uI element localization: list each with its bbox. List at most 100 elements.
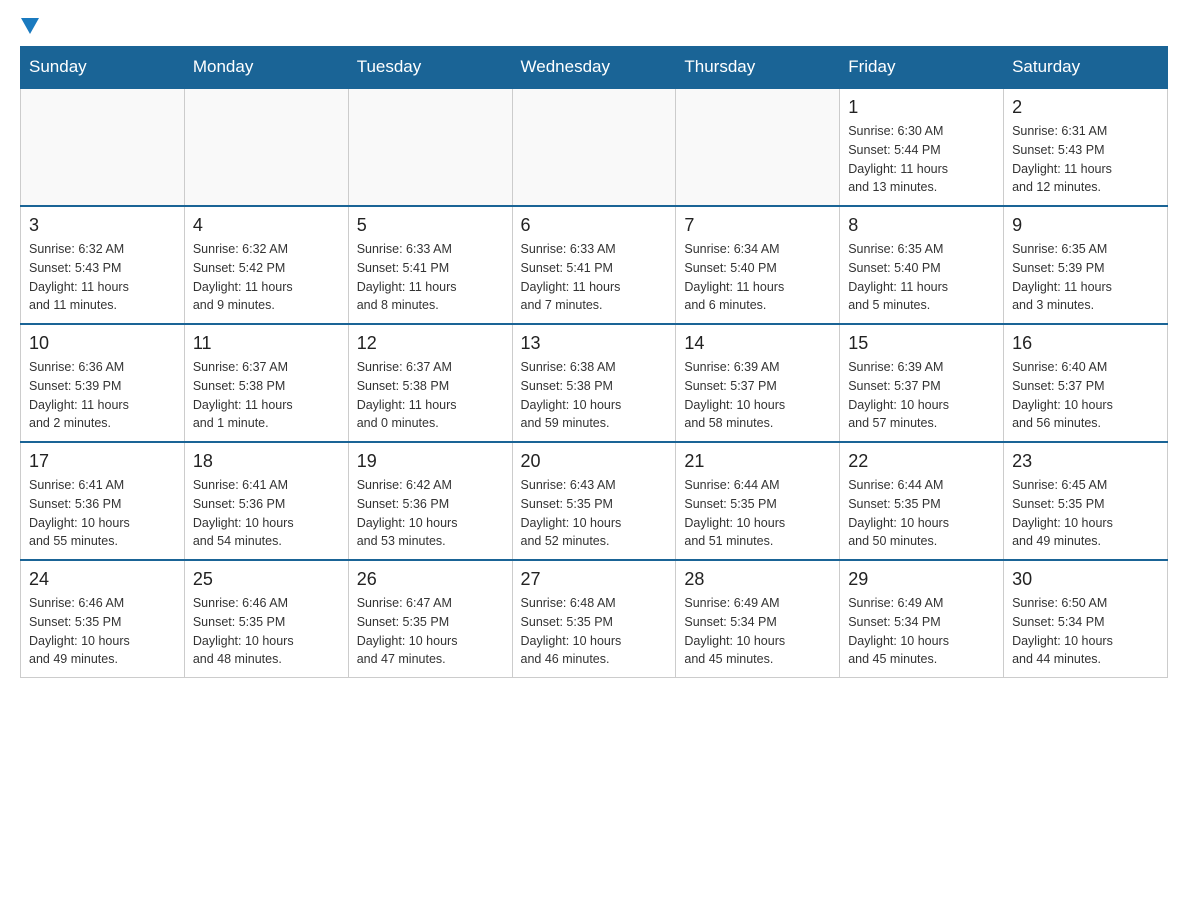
calendar-cell: 15 Sunrise: 6:39 AM Sunset: 5:37 PM Dayli… [840,324,1004,442]
day-info: Sunrise: 6:30 AM Sunset: 5:44 PM Dayligh… [848,122,995,197]
day-number: 26 [357,569,504,590]
calendar-cell: 3 Sunrise: 6:32 AM Sunset: 5:43 PM Daylig… [21,206,185,324]
calendar-header-sunday: Sunday [21,47,185,89]
calendar-cell [676,88,840,206]
day-info: Sunrise: 6:42 AM Sunset: 5:36 PM Dayligh… [357,476,504,551]
calendar-cell: 24 Sunrise: 6:46 AM Sunset: 5:35 PM Dayli… [21,560,185,678]
calendar-cell: 27 Sunrise: 6:48 AM Sunset: 5:35 PM Dayli… [512,560,676,678]
calendar-cell: 14 Sunrise: 6:39 AM Sunset: 5:37 PM Dayli… [676,324,840,442]
day-number: 16 [1012,333,1159,354]
day-number: 24 [29,569,176,590]
calendar-cell: 11 Sunrise: 6:37 AM Sunset: 5:38 PM Dayli… [184,324,348,442]
day-number: 4 [193,215,340,236]
day-number: 22 [848,451,995,472]
logo-triangle-icon [21,18,39,34]
day-number: 1 [848,97,995,118]
calendar-cell: 22 Sunrise: 6:44 AM Sunset: 5:35 PM Dayli… [840,442,1004,560]
calendar-cell [184,88,348,206]
calendar-header-tuesday: Tuesday [348,47,512,89]
calendar-week-3: 10 Sunrise: 6:36 AM Sunset: 5:39 PM Dayli… [21,324,1168,442]
day-number: 11 [193,333,340,354]
day-number: 8 [848,215,995,236]
day-number: 10 [29,333,176,354]
calendar-cell: 26 Sunrise: 6:47 AM Sunset: 5:35 PM Dayli… [348,560,512,678]
calendar-cell: 19 Sunrise: 6:42 AM Sunset: 5:36 PM Dayli… [348,442,512,560]
calendar-week-1: 1 Sunrise: 6:30 AM Sunset: 5:44 PM Daylig… [21,88,1168,206]
calendar-cell [512,88,676,206]
calendar-header-thursday: Thursday [676,47,840,89]
day-number: 28 [684,569,831,590]
day-info: Sunrise: 6:45 AM Sunset: 5:35 PM Dayligh… [1012,476,1159,551]
calendar-cell: 21 Sunrise: 6:44 AM Sunset: 5:35 PM Dayli… [676,442,840,560]
day-number: 3 [29,215,176,236]
day-number: 2 [1012,97,1159,118]
day-info: Sunrise: 6:48 AM Sunset: 5:35 PM Dayligh… [521,594,668,669]
day-info: Sunrise: 6:33 AM Sunset: 5:41 PM Dayligh… [521,240,668,315]
day-number: 30 [1012,569,1159,590]
day-info: Sunrise: 6:40 AM Sunset: 5:37 PM Dayligh… [1012,358,1159,433]
day-number: 9 [1012,215,1159,236]
calendar-cell: 16 Sunrise: 6:40 AM Sunset: 5:37 PM Dayli… [1004,324,1168,442]
day-info: Sunrise: 6:32 AM Sunset: 5:42 PM Dayligh… [193,240,340,315]
day-info: Sunrise: 6:33 AM Sunset: 5:41 PM Dayligh… [357,240,504,315]
day-number: 15 [848,333,995,354]
calendar-table: SundayMondayTuesdayWednesdayThursdayFrid… [20,46,1168,678]
day-info: Sunrise: 6:46 AM Sunset: 5:35 PM Dayligh… [193,594,340,669]
calendar-cell: 12 Sunrise: 6:37 AM Sunset: 5:38 PM Dayli… [348,324,512,442]
day-number: 6 [521,215,668,236]
day-number: 25 [193,569,340,590]
day-info: Sunrise: 6:35 AM Sunset: 5:39 PM Dayligh… [1012,240,1159,315]
day-info: Sunrise: 6:38 AM Sunset: 5:38 PM Dayligh… [521,358,668,433]
calendar-cell: 18 Sunrise: 6:41 AM Sunset: 5:36 PM Dayli… [184,442,348,560]
calendar-cell: 4 Sunrise: 6:32 AM Sunset: 5:42 PM Daylig… [184,206,348,324]
calendar-cell: 9 Sunrise: 6:35 AM Sunset: 5:39 PM Daylig… [1004,206,1168,324]
calendar-cell: 28 Sunrise: 6:49 AM Sunset: 5:34 PM Dayli… [676,560,840,678]
calendar-week-2: 3 Sunrise: 6:32 AM Sunset: 5:43 PM Daylig… [21,206,1168,324]
logo [20,20,39,36]
day-info: Sunrise: 6:46 AM Sunset: 5:35 PM Dayligh… [29,594,176,669]
calendar-cell: 7Sunrise: 6:34 AM Sunset: 5:40 PM Daylig… [676,206,840,324]
page-header [20,20,1168,36]
calendar-header-friday: Friday [840,47,1004,89]
day-number: 29 [848,569,995,590]
day-number: 27 [521,569,668,590]
day-info: Sunrise: 6:41 AM Sunset: 5:36 PM Dayligh… [193,476,340,551]
day-number: 7 [684,215,831,236]
day-info: Sunrise: 6:47 AM Sunset: 5:35 PM Dayligh… [357,594,504,669]
day-info: Sunrise: 6:37 AM Sunset: 5:38 PM Dayligh… [193,358,340,433]
day-info: Sunrise: 6:36 AM Sunset: 5:39 PM Dayligh… [29,358,176,433]
day-number: 12 [357,333,504,354]
day-number: 14 [684,333,831,354]
day-info: Sunrise: 6:31 AM Sunset: 5:43 PM Dayligh… [1012,122,1159,197]
day-number: 19 [357,451,504,472]
day-info: Sunrise: 6:37 AM Sunset: 5:38 PM Dayligh… [357,358,504,433]
day-info: Sunrise: 6:49 AM Sunset: 5:34 PM Dayligh… [684,594,831,669]
calendar-cell: 6 Sunrise: 6:33 AM Sunset: 5:41 PM Daylig… [512,206,676,324]
day-info: Sunrise: 6:35 AM Sunset: 5:40 PM Dayligh… [848,240,995,315]
calendar-cell [348,88,512,206]
day-info: Sunrise: 6:39 AM Sunset: 5:37 PM Dayligh… [848,358,995,433]
calendar-cell: 10 Sunrise: 6:36 AM Sunset: 5:39 PM Dayli… [21,324,185,442]
calendar-cell: 30Sunrise: 6:50 AM Sunset: 5:34 PM Dayli… [1004,560,1168,678]
day-number: 21 [684,451,831,472]
day-info: Sunrise: 6:44 AM Sunset: 5:35 PM Dayligh… [848,476,995,551]
calendar-cell: 25 Sunrise: 6:46 AM Sunset: 5:35 PM Dayli… [184,560,348,678]
day-info: Sunrise: 6:32 AM Sunset: 5:43 PM Dayligh… [29,240,176,315]
calendar-cell: 2 Sunrise: 6:31 AM Sunset: 5:43 PM Daylig… [1004,88,1168,206]
calendar-cell: 29Sunrise: 6:49 AM Sunset: 5:34 PM Dayli… [840,560,1004,678]
calendar-cell: 5 Sunrise: 6:33 AM Sunset: 5:41 PM Daylig… [348,206,512,324]
day-number: 23 [1012,451,1159,472]
calendar-cell: 17Sunrise: 6:41 AM Sunset: 5:36 PM Dayli… [21,442,185,560]
day-info: Sunrise: 6:44 AM Sunset: 5:35 PM Dayligh… [684,476,831,551]
day-number: 20 [521,451,668,472]
day-number: 13 [521,333,668,354]
day-number: 5 [357,215,504,236]
calendar-header-saturday: Saturday [1004,47,1168,89]
calendar-header-wednesday: Wednesday [512,47,676,89]
day-info: Sunrise: 6:41 AM Sunset: 5:36 PM Dayligh… [29,476,176,551]
calendar-cell: 1 Sunrise: 6:30 AM Sunset: 5:44 PM Daylig… [840,88,1004,206]
day-number: 18 [193,451,340,472]
day-info: Sunrise: 6:39 AM Sunset: 5:37 PM Dayligh… [684,358,831,433]
calendar-header-monday: Monday [184,47,348,89]
calendar-week-5: 24 Sunrise: 6:46 AM Sunset: 5:35 PM Dayli… [21,560,1168,678]
